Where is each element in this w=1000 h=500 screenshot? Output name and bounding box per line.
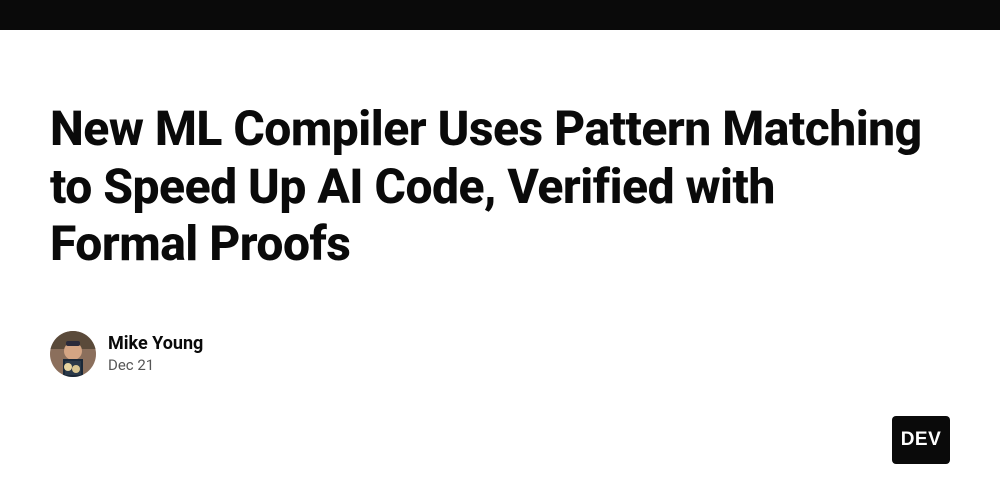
article-card: New ML Compiler Uses Pattern Matching to… — [0, 30, 1000, 500]
author-meta: Mike Young Dec 21 — [108, 333, 203, 374]
top-bar — [0, 0, 1000, 30]
author-name[interactable]: Mike Young — [108, 333, 203, 354]
author-avatar[interactable] — [50, 331, 96, 377]
dev-badge-text: DEV — [901, 429, 942, 451]
author-row: Mike Young Dec 21 — [50, 331, 950, 377]
post-date: Dec 21 — [108, 356, 203, 374]
dev-badge[interactable]: DEV — [892, 416, 950, 464]
article-title: New ML Compiler Uses Pattern Matching to… — [50, 100, 930, 273]
avatar-image — [50, 331, 96, 377]
